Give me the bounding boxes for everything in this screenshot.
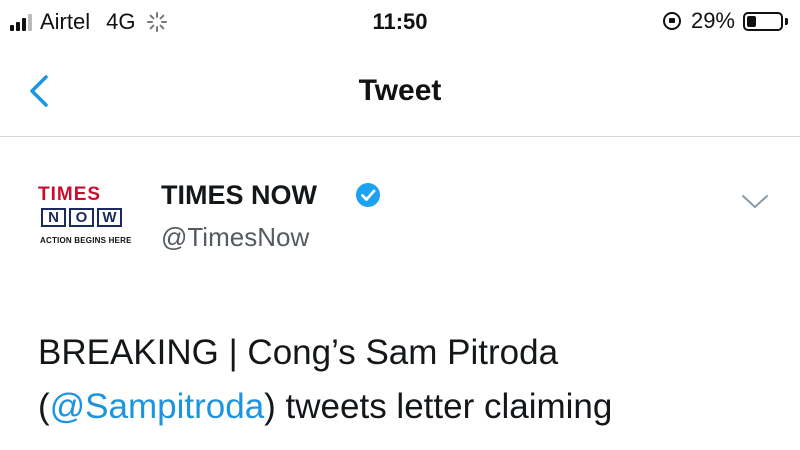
- battery-percent: 29%: [690, 8, 735, 33]
- mention-link[interactable]: @Sampitroda: [50, 387, 265, 426]
- avatar[interactable]: TIMES N O W ACTION BEGINS HERE: [38, 184, 146, 252]
- battery-cap: [785, 17, 788, 25]
- tweet-text: BREAKING | Cong’s Sam Pitroda (@Sampitro…: [38, 326, 778, 434]
- logo-letter: O: [69, 208, 94, 227]
- tweet-text-paren: (: [38, 387, 50, 426]
- logo-times-text: TIMES: [38, 184, 102, 205]
- tweet-text-line1: BREAKING | Cong’s Sam Pitroda: [38, 333, 559, 372]
- status-bar: Airtel 4G 11:50 29%: [0, 0, 800, 44]
- tweet-text-line2: ) tweets letter claiming: [264, 387, 613, 426]
- logo-now-letters: N O W: [41, 208, 122, 227]
- verified-badge-icon: [356, 183, 380, 207]
- rotation-lock-icon: [662, 12, 681, 30]
- logo-letter: N: [41, 208, 66, 227]
- battery-icon: [743, 11, 783, 31]
- logo-letter: W: [97, 208, 122, 227]
- battery-fill: [747, 15, 757, 27]
- tweet-options-button[interactable]: [740, 192, 770, 212]
- nav-bar: Tweet: [0, 44, 800, 137]
- logo-tagline: ACTION BEGINS HERE: [40, 236, 132, 245]
- page-title: Tweet: [358, 74, 442, 107]
- author-display-name[interactable]: TIMES NOW: [161, 180, 317, 211]
- chevron-down-icon: [742, 195, 768, 208]
- author-handle[interactable]: @TimesNow: [161, 222, 309, 253]
